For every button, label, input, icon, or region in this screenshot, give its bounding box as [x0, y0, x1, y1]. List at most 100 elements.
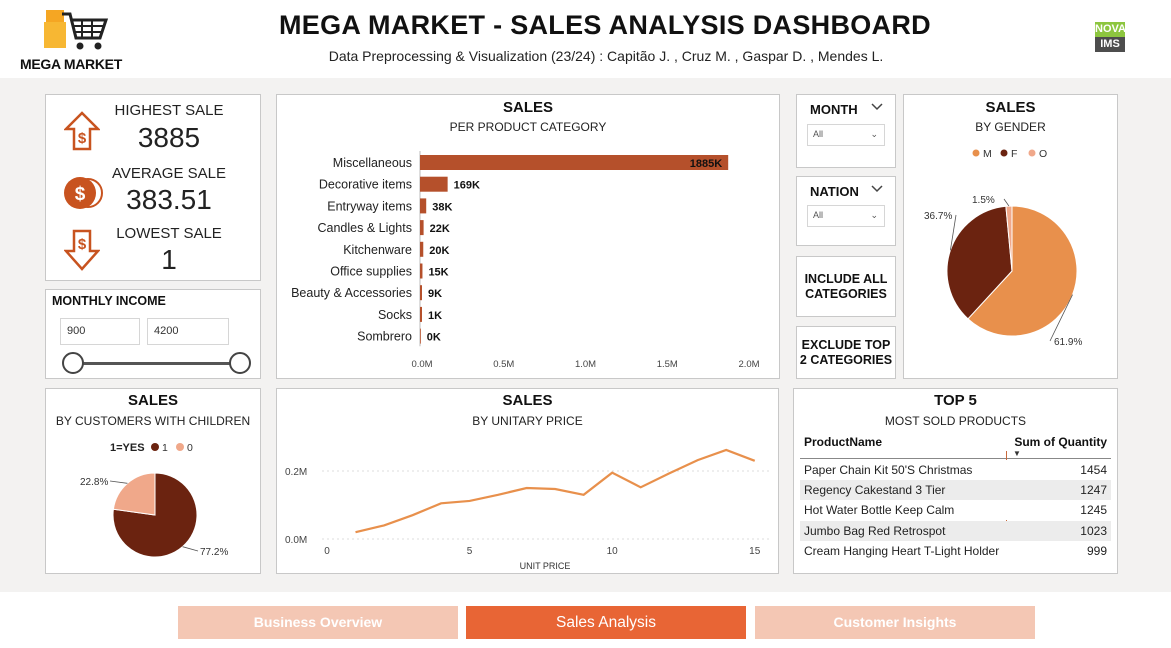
bar-x-tick-label: 0.0M — [411, 359, 432, 370]
bar-category-label: Miscellaneous — [333, 156, 412, 170]
bar-category-label: Entryway items — [327, 199, 412, 213]
income-slider-track[interactable] — [72, 362, 240, 365]
bar[interactable] — [420, 285, 422, 301]
exclude-top-2-categories-button[interactable]: EXCLUDE TOP 2 CATEGORIES — [796, 326, 896, 379]
dropdown-arrow-icon: ⌄ — [870, 210, 878, 220]
quantity-cell: 1023 — [1080, 523, 1107, 538]
line-series[interactable] — [355, 448, 756, 534]
bar-data-label: 38K — [432, 201, 452, 213]
top5-title: TOP 5 — [934, 392, 977, 409]
income-min-input[interactable]: 900 — [60, 318, 140, 345]
income-slider-max-handle[interactable] — [229, 352, 251, 374]
nova-ims-logo: NOVA IMS — [1095, 22, 1126, 52]
svg-text:$: $ — [75, 184, 86, 205]
nation-dropdown-value: All — [813, 210, 824, 220]
bar-category-label: Sombrero — [357, 330, 412, 344]
include-all-categories-button[interactable]: INCLUDE ALL CATEGORIES — [796, 256, 896, 317]
table-row[interactable]: Paper Chain Kit 50'S Christmas 1454 — [800, 460, 1111, 480]
table-row[interactable]: Regency Cakestand 3 Tier 1247 — [800, 480, 1111, 501]
bar-x-tick-label: 2.0M — [738, 359, 759, 370]
bar-chart: Miscellaneous 1885K Decorative items 169K En… — [277, 95, 781, 380]
tab-sales-analysis[interactable]: Sales Analysis — [466, 606, 746, 639]
pie-data-label: 1.5% — [972, 195, 995, 206]
quantity-cell: 999 — [1086, 543, 1107, 558]
lowest-sale-label: LOWEST SALE — [116, 225, 222, 242]
income-max-input[interactable]: 4200 — [147, 318, 229, 345]
nation-dropdown[interactable]: All ⌄ — [807, 205, 885, 227]
product-name-cell: Regency Cakestand 3 Tier — [804, 483, 946, 498]
table-row[interactable]: Cream Hanging Heart T-Light Holder 999 — [800, 540, 1111, 561]
tab-business-overview[interactable]: Business Overview — [178, 606, 458, 639]
lowest-sale-value: 1 — [161, 244, 177, 275]
legend-marker — [151, 443, 159, 451]
pie-data-label: 61.9% — [1054, 337, 1082, 348]
sales-by-children-card: SALES BY CUSTOMERS WITH CHILDREN 1=YES 1 0… — [45, 388, 261, 574]
bar[interactable] — [420, 241, 424, 257]
bar[interactable] — [420, 328, 421, 344]
bar-data-label: 15K — [428, 267, 448, 279]
page-title: MEGA MARKET - SALES ANALYSIS DASHBOARD — [279, 10, 931, 40]
quantity-cell: 1245 — [1080, 503, 1107, 518]
highest-sale-label: HIGHEST SALE — [114, 102, 224, 119]
month-dropdown-value: All — [813, 129, 824, 139]
bar-data-label: 22K — [430, 223, 450, 235]
legend-label: 0 — [187, 442, 193, 454]
ims-logo-text: IMS — [1095, 37, 1125, 52]
month-slicer-title: MONTH — [810, 102, 858, 117]
top5-subtitle: MOST SOLD PRODUCTS — [884, 414, 1027, 428]
svg-text:$: $ — [78, 236, 87, 253]
nova-logo-text: NOVA — [1095, 22, 1126, 37]
table-row[interactable]: Hot Water Bottle Keep Calm 1245 — [800, 500, 1111, 521]
legend-marker — [972, 149, 980, 157]
bar-data-label: 1K — [428, 310, 442, 322]
pie-data-label: 36.7% — [924, 211, 952, 222]
bar-category-label: Candles & Lights — [317, 221, 412, 235]
sales-by-unit-price-card: SALES BY UNITARY PRICE 0.0M 0.2M 0 5 10 15 UNI… — [276, 388, 779, 574]
bar-data-label: 0K — [427, 332, 441, 344]
nation-slicer-title: NATION — [810, 184, 859, 199]
bar[interactable] — [420, 263, 423, 279]
bar[interactable] — [420, 155, 729, 170]
line-y-tick-label: 0.0M — [285, 535, 307, 546]
arrow-up-dollar-icon: $ — [64, 111, 100, 151]
month-dropdown[interactable]: All ⌄ — [807, 124, 885, 146]
product-name-cell: Jumbo Bag Red Retrospot — [804, 523, 946, 538]
line-x-tick-label: 0 — [324, 546, 330, 557]
bar[interactable] — [420, 306, 422, 322]
line-y-tick-label: 0.2M — [285, 467, 307, 478]
highest-sale-value: 3885 — [137, 122, 201, 153]
chevron-down-icon[interactable] — [871, 185, 883, 193]
monthly-income-slicer: MONTHLY INCOME 900 4200 — [45, 289, 261, 379]
bar-data-label: 169K — [454, 180, 480, 192]
bar-x-tick-label: 1.5M — [657, 359, 678, 370]
chevron-down-icon[interactable] — [871, 103, 883, 111]
top5-products-card: TOP 5 MOST SOLD PRODUCTS ProductName Sum… — [793, 388, 1118, 574]
bar[interactable] — [420, 198, 427, 214]
legend-label: F — [1011, 148, 1017, 160]
kpi-card: $ HIGHEST SALE 3885 $ AVERAGE SALE 383.5… — [45, 94, 261, 281]
bar-data-label: 1885K — [690, 158, 722, 170]
income-slider-min-handle[interactable] — [62, 352, 84, 374]
sales-per-category-card: SALES PER PRODUCT CATEGORY Miscellaneous… — [276, 94, 780, 379]
bar-category-label: Decorative items — [319, 178, 412, 192]
line-x-axis-title: UNIT PRICE — [520, 561, 571, 571]
sort-desc-icon: ▼ — [1013, 449, 1021, 458]
svg-text:$: $ — [78, 130, 87, 147]
col-header-quantity[interactable]: Sum of Quantity — [1014, 435, 1107, 449]
page-subtitle: Data Preprocessing & Visualization (23/2… — [328, 48, 884, 64]
quantity-cell: 1454 — [1080, 463, 1107, 477]
bar[interactable] — [420, 220, 424, 236]
tab-customer-insights[interactable]: Customer Insights — [755, 606, 1035, 639]
col-header-product[interactable]: ProductName — [804, 435, 882, 449]
product-name-cell: Paper Chain Kit 50'S Christmas — [804, 463, 973, 477]
header: MEGA MARKET MEGA MARKET - SALES ANALYSIS… — [0, 0, 1171, 78]
product-name-cell: Hot Water Bottle Keep Calm — [804, 503, 955, 518]
bar[interactable] — [420, 176, 448, 192]
legend-marker — [1028, 149, 1036, 157]
bar-category-label: Kitchenware — [343, 243, 412, 257]
bar-chart-svg: Miscellaneous 1885K Decorative items 169K En… — [291, 151, 760, 370]
pie-slice[interactable] — [112, 472, 156, 516]
average-sale-value: 383.51 — [126, 184, 212, 215]
pie-data-label: 77.2% — [200, 547, 228, 558]
table-row[interactable]: Jumbo Bag Red Retrospot 1023 — [800, 520, 1111, 541]
